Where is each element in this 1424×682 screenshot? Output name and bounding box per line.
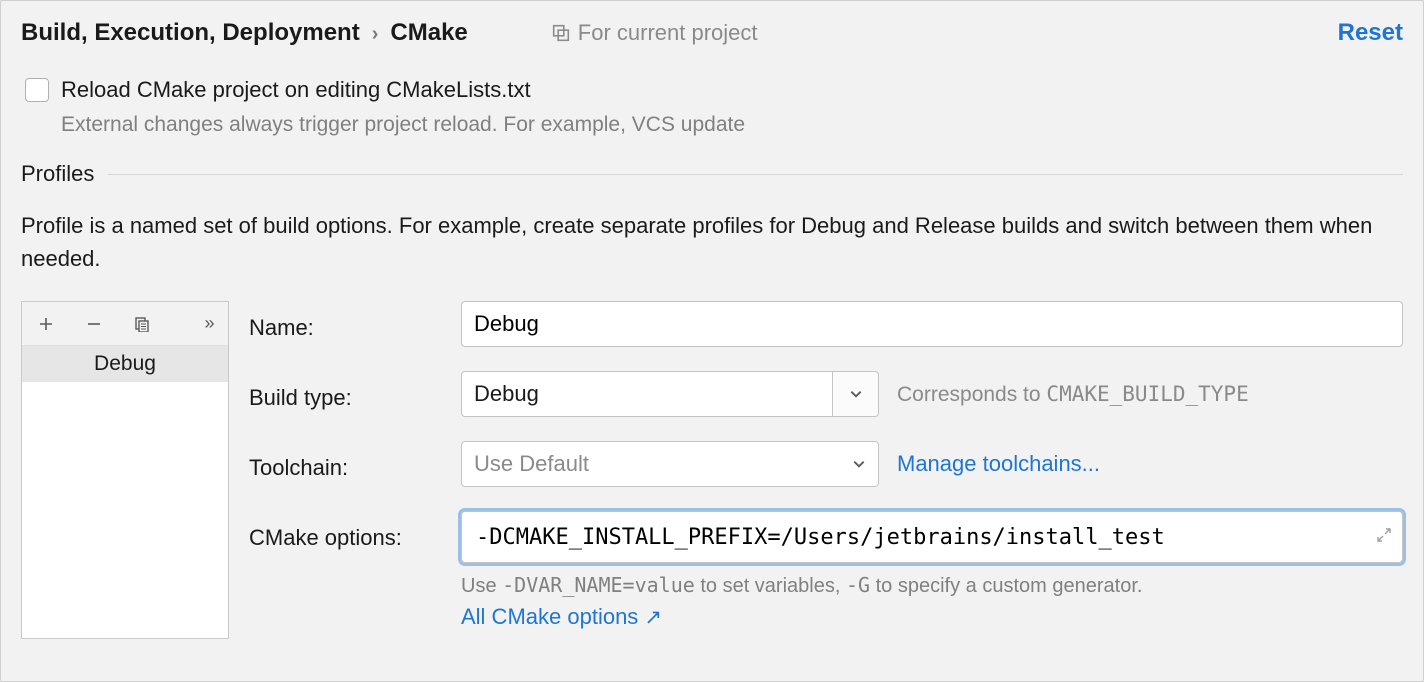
add-profile-button[interactable] [22, 302, 70, 346]
build-type-combobox[interactable]: Debug [461, 371, 833, 417]
toolchain-value: Use Default [474, 451, 589, 477]
build-type-dropdown-button[interactable] [833, 371, 879, 417]
profile-item-debug[interactable]: Debug [22, 346, 228, 382]
profiles-toolbar: » [22, 302, 228, 346]
expand-field-button[interactable] [1376, 525, 1392, 549]
header-row: Build, Execution, Deployment › CMake For… [21, 19, 1403, 47]
project-scope-icon [552, 24, 570, 42]
profiles-list: » Debug [21, 301, 229, 639]
remove-profile-button[interactable] [70, 302, 118, 346]
build-type-value: Debug [474, 381, 539, 407]
more-profile-actions-button[interactable]: » [188, 302, 228, 346]
name-input[interactable] [461, 301, 1403, 347]
chevron-down-icon [849, 387, 863, 401]
copy-icon [134, 316, 150, 332]
breadcrumb-leaf: CMake [390, 19, 467, 47]
toolchain-label: Toolchain: [249, 447, 449, 481]
toolchain-select[interactable]: Use Default [461, 441, 879, 487]
field-name: Name: [249, 301, 1403, 347]
field-build-type: Build type: Debug Corresponds to CMAKE_B… [249, 371, 1403, 417]
breadcrumb-separator-icon: › [372, 23, 379, 46]
cmake-options-hint: Use -DVAR_NAME=value to set variables, -… [461, 573, 1403, 598]
profiles-body: » Debug Name: Build type: Debug [21, 301, 1403, 639]
name-label: Name: [249, 307, 449, 341]
breadcrumb: Build, Execution, Deployment › CMake [21, 19, 468, 47]
scope-indicator: For current project [552, 20, 758, 46]
minus-icon [86, 316, 102, 332]
field-toolchain: Toolchain: Use Default Manage toolchains… [249, 441, 1403, 487]
reload-checkbox[interactable] [25, 78, 49, 102]
chevrons-right-icon: » [204, 313, 211, 334]
breadcrumb-root: Build, Execution, Deployment [21, 19, 360, 47]
cmake-settings-panel: Build, Execution, Deployment › CMake For… [0, 0, 1424, 682]
external-link-icon: ↗ [644, 605, 662, 630]
build-type-hint: Corresponds to CMAKE_BUILD_TYPE [897, 382, 1249, 407]
reload-checkbox-row: Reload CMake project on editing CMakeLis… [25, 77, 1403, 103]
profiles-description: Profile is a named set of build options.… [21, 209, 1403, 275]
plus-icon [38, 316, 54, 332]
field-cmake-options: CMake options: Use -DVAR_NAME=value to s… [249, 511, 1403, 630]
reload-hint: External changes always trigger project … [61, 113, 1403, 137]
reload-checkbox-label[interactable]: Reload CMake project on editing CMakeLis… [61, 77, 531, 103]
all-cmake-options-link[interactable]: All CMake options [461, 604, 638, 630]
profiles-title: Profiles [21, 161, 94, 187]
expand-icon [1376, 527, 1392, 543]
manage-toolchains-link[interactable]: Manage toolchains... [897, 451, 1100, 477]
chevron-down-icon [852, 457, 866, 471]
copy-profile-button[interactable] [118, 302, 166, 346]
build-type-label: Build type: [249, 377, 449, 411]
profiles-section-header: Profiles [21, 161, 1403, 187]
cmake-options-input[interactable] [474, 524, 1362, 551]
section-divider [108, 174, 1403, 175]
scope-label: For current project [578, 20, 758, 46]
profile-fields: Name: Build type: Debug Correspon [249, 301, 1403, 630]
cmake-options-input-wrapper [461, 511, 1403, 563]
reset-link[interactable]: Reset [1338, 19, 1403, 47]
cmake-options-label: CMake options: [249, 511, 449, 551]
